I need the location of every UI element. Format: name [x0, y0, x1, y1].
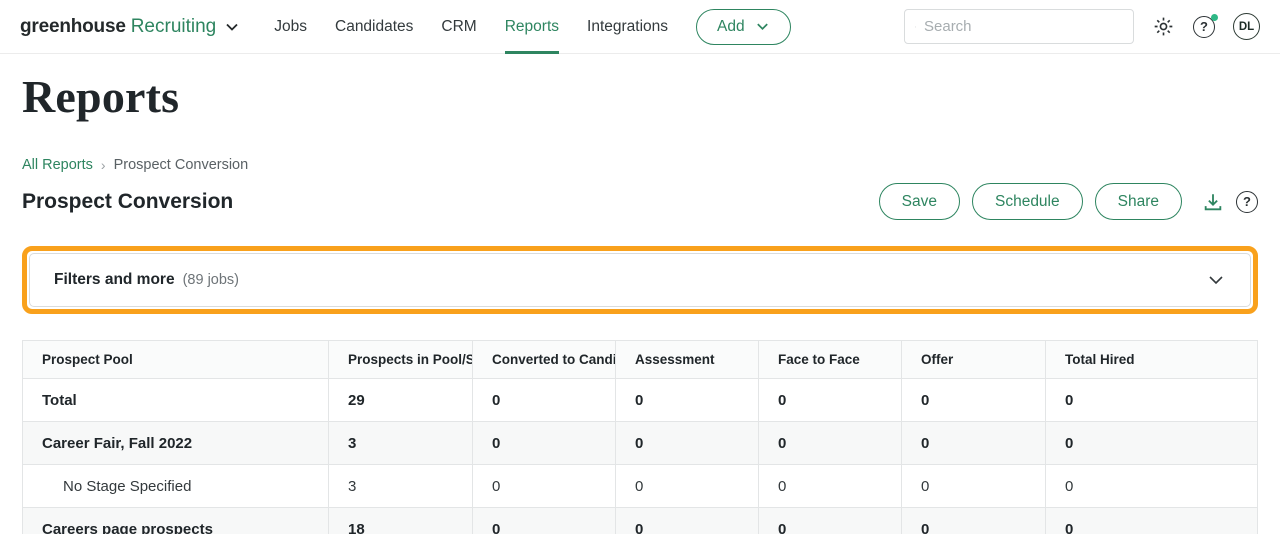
value-cell: 0 [472, 464, 616, 508]
value-cell: 29 [328, 378, 473, 422]
nav-item-candidates[interactable]: Candidates [335, 0, 413, 54]
prospect-pool-cell: Career Fair, Fall 2022 [22, 421, 329, 465]
brand-menu[interactable]: greenhouse Recruiting [20, 16, 240, 38]
avatar-initials: DL [1238, 20, 1255, 33]
save-button[interactable]: Save [878, 183, 960, 220]
settings-gear-icon[interactable] [1152, 15, 1175, 38]
table-row: Careers page prospects 18 0 0 0 0 0 [22, 507, 1258, 534]
breadcrumb-current: Prospect Conversion [113, 157, 249, 173]
chevron-down-icon[interactable] [1206, 270, 1226, 290]
report-title: Prospect Conversion [22, 189, 234, 213]
notification-dot [1211, 13, 1218, 21]
brand-product: Recruiting [130, 15, 217, 37]
main-nav: Jobs Candidates CRM Reports Integrations [274, 0, 668, 54]
nav-right-cluster: ? DL [904, 9, 1260, 44]
column-header: Total Hired [1045, 340, 1258, 379]
action-buttons: Save Schedule Share [878, 183, 1182, 220]
column-header: Converted to Candi [472, 340, 616, 379]
add-button-label: Add [717, 17, 745, 35]
value-cell: 0 [758, 464, 902, 508]
search-icon [915, 26, 916, 27]
schedule-button[interactable]: Schedule [971, 183, 1083, 220]
nav-item-crm[interactable]: CRM [441, 0, 476, 54]
value-cell: 0 [615, 421, 759, 465]
column-header: Offer [901, 340, 1046, 379]
column-header: Prospect Pool [22, 340, 329, 379]
brand-name: greenhouse [20, 15, 126, 37]
value-cell: 0 [1045, 507, 1258, 534]
help-icon[interactable]: ? [1193, 13, 1218, 38]
chevron-down-icon [224, 19, 240, 35]
value-cell: 0 [901, 378, 1046, 422]
filters-label: Filters and more [54, 271, 175, 288]
table-row: No Stage Specified 3 0 0 0 0 0 [22, 464, 1258, 508]
value-cell: 0 [901, 464, 1046, 508]
column-header: Assessment [615, 340, 759, 379]
table-row: Total 29 0 0 0 0 0 [22, 378, 1258, 422]
filters-accordion[interactable]: Filters and more (89 jobs) [29, 253, 1251, 307]
avatar[interactable]: DL [1233, 13, 1260, 40]
prospect-pool-cell: Total [22, 378, 329, 422]
value-cell: 3 [328, 421, 473, 465]
column-header: Prospects in Pool/S [328, 340, 473, 379]
value-cell: 0 [758, 507, 902, 534]
value-cell: 0 [615, 464, 759, 508]
breadcrumb: All Reports › Prospect Conversion [22, 157, 1258, 173]
value-cell: 0 [1045, 464, 1258, 508]
value-cell: 0 [472, 507, 616, 534]
search-box[interactable] [904, 9, 1134, 44]
top-navigation: greenhouse Recruiting Jobs Candidates CRM R… [0, 0, 1280, 54]
table-header-row: Prospect Pool Prospects in Pool/S Converte… [22, 340, 1258, 379]
report-help-icon[interactable]: ? [1236, 190, 1258, 213]
add-button[interactable]: Add [696, 8, 791, 45]
share-button[interactable]: Share [1094, 183, 1182, 220]
prospect-pool-cell: No Stage Specified [22, 464, 329, 508]
download-icon[interactable] [1202, 191, 1224, 213]
chevron-right-icon: › [100, 157, 106, 173]
filters-job-count: (89 jobs) [182, 272, 240, 288]
page-title: Reports [22, 71, 180, 122]
value-cell: 0 [901, 421, 1046, 465]
value-cell: 0 [758, 378, 902, 422]
value-cell: 0 [758, 421, 902, 465]
value-cell: 0 [472, 378, 616, 422]
chevron-down-icon [756, 23, 768, 31]
nav-item-integrations[interactable]: Integrations [587, 0, 668, 54]
value-cell: 18 [328, 507, 473, 534]
value-cell: 0 [615, 507, 759, 534]
value-cell: 0 [901, 507, 1046, 534]
nav-item-reports[interactable]: Reports [504, 0, 560, 54]
value-cell: 0 [1045, 378, 1258, 422]
column-header: Face to Face [758, 340, 902, 379]
table-row: Career Fair, Fall 2022 3 0 0 0 0 0 [22, 421, 1258, 465]
question-mark-icon: ? [1236, 190, 1258, 213]
value-cell: 0 [615, 378, 759, 422]
value-cell: 0 [472, 421, 616, 465]
page-content: Reports All Reports › Prospect Conversio… [0, 70, 1280, 534]
breadcrumb-all-reports[interactable]: All Reports [22, 157, 93, 173]
prospect-pool-cell: Careers page prospects [22, 507, 329, 534]
nav-item-jobs[interactable]: Jobs [274, 0, 307, 54]
value-cell: 0 [1045, 421, 1258, 465]
filters-highlight-ring: Filters and more (89 jobs) [22, 246, 1258, 314]
value-cell: 3 [328, 464, 473, 508]
report-actions: Save Schedule Share ? [878, 183, 1258, 220]
prospect-conversion-table: Prospect Pool Prospects in Pool/S Converte… [22, 340, 1258, 534]
report-header-row: Prospect Conversion Save Schedule Share ? [22, 183, 1258, 220]
search-input[interactable] [924, 18, 1123, 35]
